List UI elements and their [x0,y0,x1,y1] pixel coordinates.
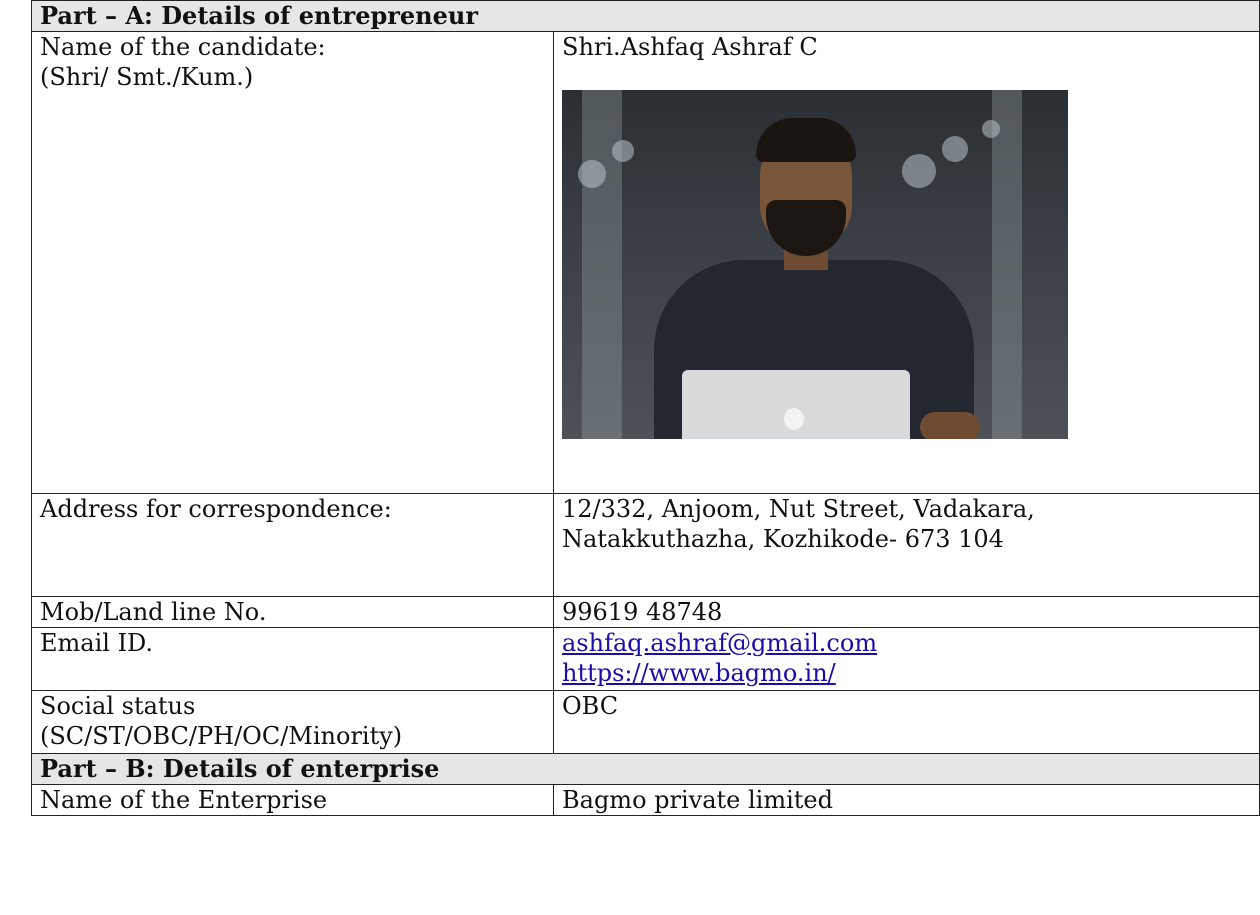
name-title-options: (Shri/ Smt./Kum.) [40,63,254,91]
apple-logo-icon [784,408,804,430]
name-label-cell: Name of the candidate: (Shri/ Smt./Kum.) [31,31,554,494]
email-link[interactable]: ashfaq.ashraf@gmail.com [562,628,1251,658]
name-value-cell: Shri.Ashfaq Ashraf C [553,31,1260,494]
part-b-heading: Part – B: Details of enterprise [31,753,1260,785]
address-label-text: Address for correspondence: [40,495,392,523]
social-status-label-cell: Social status (SC/ST/OBC/PH/OC/Minority) [31,690,554,754]
address-label: Address for correspondence: [31,493,554,597]
address-line-1: 12/332, Anjoom, Nut Street, Vadakara, [562,495,1035,523]
candidate-photo [562,90,1068,439]
phone-label: Mob/Land line No. [31,596,554,628]
name-label: Name of the candidate: [40,33,326,61]
phone-value: 99619 48748 [553,596,1260,628]
website-link[interactable]: https://www.bagmo.in/ [562,658,1251,688]
email-label: Email ID. [31,627,554,691]
email-value-cell: ashfaq.ashraf@gmail.com https://www.bagm… [553,627,1260,691]
entrepreneur-form-table: Part – A: Details of entrepreneur Name o… [31,0,1260,816]
enterprise-label: Name of the Enterprise [31,784,554,816]
social-status-options: (SC/ST/OBC/PH/OC/Minority) [40,722,403,750]
part-a-heading: Part – A: Details of entrepreneur [31,0,1260,32]
candidate-name: Shri.Ashfaq Ashraf C [562,33,818,61]
social-status-value: OBC [553,690,1260,754]
address-line-2: Natakkuthazha, Kozhikode- 673 104 [562,525,1004,553]
address-value-cell: 12/332, Anjoom, Nut Street, Vadakara, Na… [553,493,1260,597]
enterprise-value: Bagmo private limited [553,784,1260,816]
social-status-label: Social status [40,692,196,720]
